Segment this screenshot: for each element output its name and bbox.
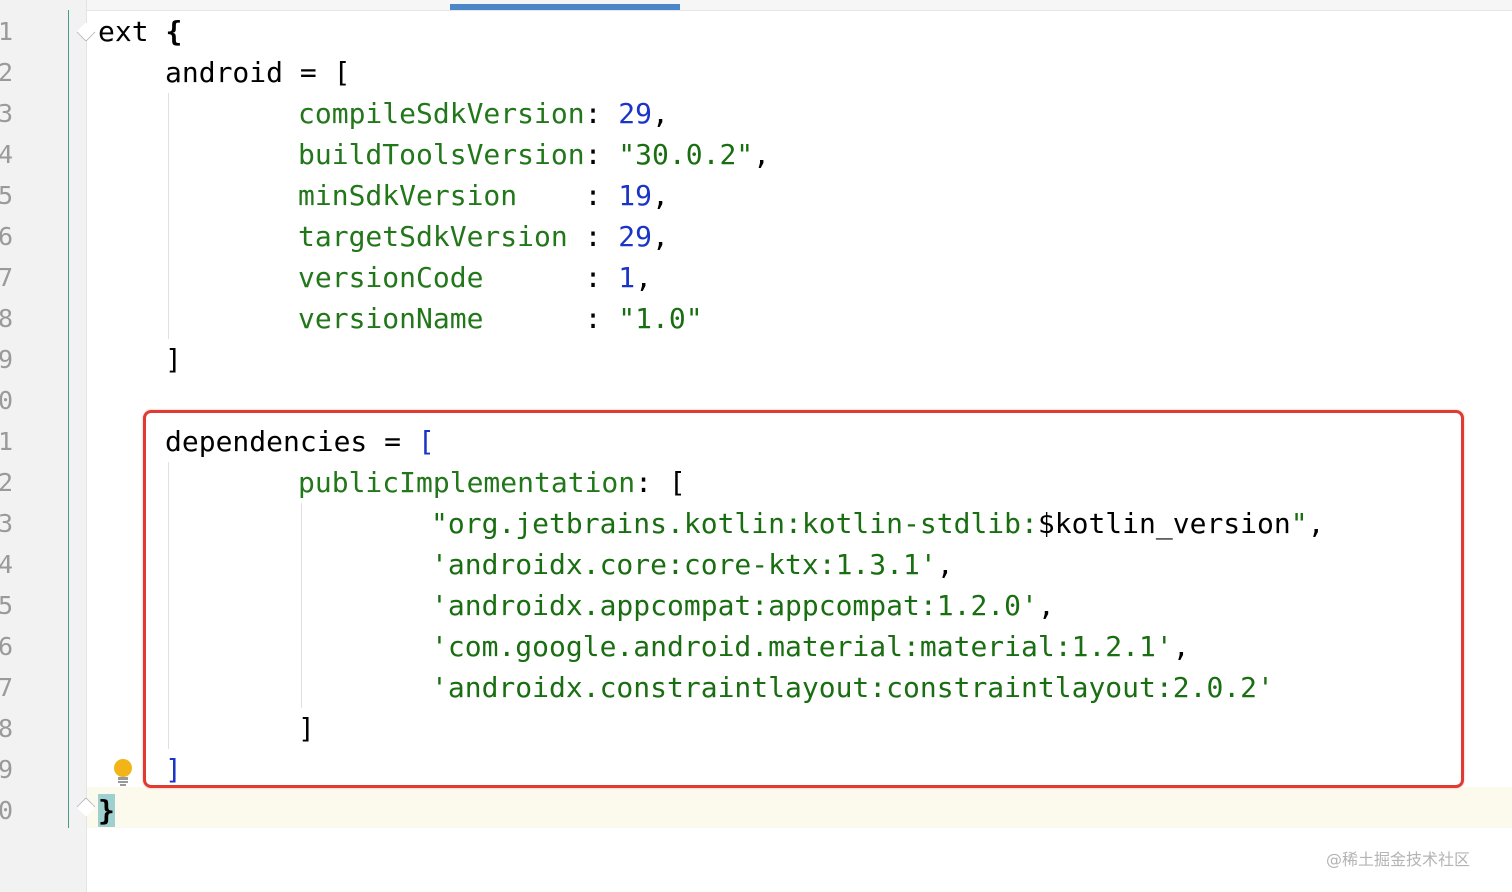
line-number: 9: [0, 345, 14, 374]
code-line-20[interactable]: }: [98, 790, 115, 831]
code-token: :: [584, 179, 619, 212]
line-number: 1: [0, 17, 14, 46]
code-line-3[interactable]: compileSdkVersion: 29,: [298, 93, 669, 134]
line-number: 4: [0, 550, 14, 579]
line-number: 0: [0, 796, 14, 825]
line-number: 9: [0, 755, 14, 784]
line-number: 1: [0, 427, 14, 456]
code-line-8[interactable]: versionName : "1.0": [298, 298, 703, 339]
current-line-highlight: [87, 787, 1512, 828]
line-number: 5: [0, 591, 14, 620]
map-key: compileSdkVersion: [298, 97, 585, 130]
lightbulb-icon[interactable]: [110, 757, 136, 787]
line-number: 3: [0, 509, 14, 538]
line-number: 6: [0, 632, 14, 661]
code-token: ,: [652, 179, 669, 212]
line-number: 6: [0, 222, 14, 251]
map-key: versionName: [298, 302, 585, 335]
gutter-change-marker: [68, 10, 69, 828]
code-token: :: [584, 261, 619, 294]
active-tab-indicator[interactable]: [450, 4, 680, 10]
code-token: ext: [98, 15, 166, 48]
matched-brace: }: [98, 794, 115, 827]
number-literal: 29: [618, 97, 653, 130]
line-number: 7: [0, 673, 14, 702]
string-literal: "1.0": [618, 302, 703, 335]
line-number: 7: [0, 263, 14, 292]
number-literal: 29: [618, 220, 653, 253]
code-line-1[interactable]: ext {: [98, 11, 182, 52]
map-key: minSdkVersion: [298, 179, 585, 212]
line-number: 2: [0, 58, 14, 87]
code-token: ,: [652, 97, 669, 130]
code-token: android = [: [165, 56, 351, 89]
line-number: 2: [0, 468, 14, 497]
code-line-2[interactable]: android = [: [165, 52, 350, 93]
code-token: :: [584, 138, 619, 171]
code-token: ]: [165, 343, 182, 376]
code-token-brace: {: [165, 15, 183, 48]
code-token: :: [584, 220, 619, 253]
map-key: versionCode: [298, 261, 585, 294]
line-number: 0: [0, 386, 14, 415]
code-token: ,: [652, 220, 669, 253]
line-number: 8: [0, 714, 14, 743]
line-number: 4: [0, 140, 14, 169]
highlight-annotation-box: [143, 410, 1464, 788]
number-literal: 1: [618, 261, 636, 294]
editor-tab-strip: [0, 0, 1512, 11]
code-token: ,: [753, 138, 771, 171]
line-number: 8: [0, 304, 14, 333]
code-token: :: [584, 97, 619, 130]
code-token: ,: [635, 261, 653, 294]
watermark: @稀土掘金技术社区: [1326, 850, 1471, 869]
code-line-6[interactable]: targetSdkVersion : 29,: [298, 216, 669, 257]
line-number: 5: [0, 181, 14, 210]
code-line-4[interactable]: buildToolsVersion: "30.0.2",: [298, 134, 770, 175]
code-line-7[interactable]: versionCode : 1,: [298, 257, 652, 298]
code-line-5[interactable]: minSdkVersion : 19,: [298, 175, 669, 216]
code-token: :: [584, 302, 619, 335]
code-line-9[interactable]: ]: [165, 339, 182, 380]
indent-guide: [168, 93, 169, 339]
map-key: targetSdkVersion: [298, 220, 585, 253]
number-literal: 19: [618, 179, 653, 212]
string-literal: "30.0.2": [618, 138, 754, 171]
line-number: 3: [0, 99, 14, 128]
map-key: buildToolsVersion: [298, 138, 585, 171]
